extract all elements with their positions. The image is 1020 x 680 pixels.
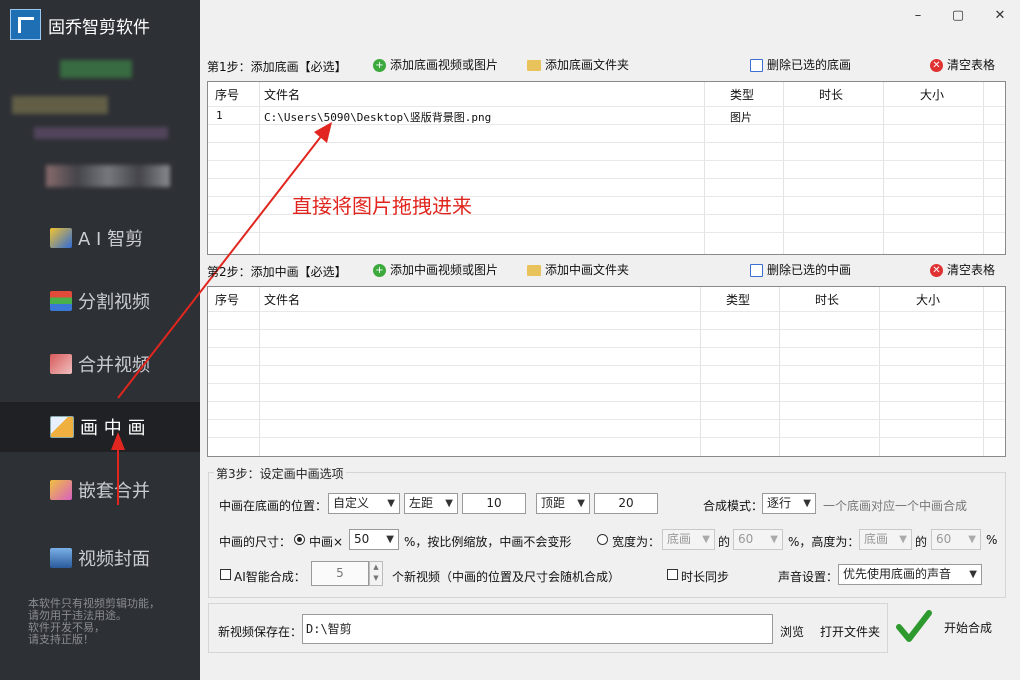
mode-label: 合成模式： <box>703 499 764 513</box>
column-header-filename[interactable]: 文件名 <box>264 291 300 308</box>
horizontal-offset-type-select[interactable]: 左距 ▼ <box>404 493 458 514</box>
scale-hint: %，按比例缩放，中画不会变形 <box>404 535 572 549</box>
delete-list-icon <box>750 263 763 277</box>
duration-sync-label: 时长同步 <box>681 570 730 584</box>
vertical-offset-type-select[interactable]: 顶距 ▼ <box>536 493 590 514</box>
row-divider <box>208 329 1005 330</box>
plus-icon: + <box>373 263 386 277</box>
step2-label: 第2步：添加中画【必选】 <box>207 265 347 279</box>
chevron-down-icon: ▼ <box>770 534 778 545</box>
column-divider <box>983 287 984 456</box>
sound-select[interactable]: 优先使用底画的声音 ▼ <box>838 564 982 585</box>
step3-title: 第3步：设定画中画选项 <box>214 465 346 482</box>
row-divider <box>208 437 1005 438</box>
chevron-down-icon: ▼ <box>387 498 395 509</box>
select-value: 优先使用底画的声音 <box>843 567 952 581</box>
overlay-file-table[interactable]: 序号 文件名 类型 时长 大小 <box>207 286 1006 457</box>
select-value: 底画 <box>667 532 692 546</box>
column-divider <box>700 287 701 456</box>
select-value: 60 <box>936 532 952 546</box>
chevron-down-icon: ▼ <box>899 534 907 545</box>
ai-count-stepper[interactable]: ▲ ▼ <box>369 561 383 586</box>
chevron-down-icon: ▼ <box>968 534 976 545</box>
width-label: 宽度为： <box>612 535 661 549</box>
stepper-up-icon[interactable]: ▲ <box>370 562 382 573</box>
vertical-offset-input[interactable]: 20 <box>594 493 658 514</box>
scale-select[interactable]: 50 ▼ <box>349 529 399 550</box>
row-divider <box>208 347 1005 348</box>
column-divider <box>779 287 780 456</box>
select-value: 底画 <box>864 532 889 546</box>
delete-selected-overlay-button[interactable]: 删除已选的中画 <box>750 259 851 281</box>
ai-compose-checkbox[interactable] <box>220 569 231 580</box>
output-path-label: 新视频保存在： <box>218 625 303 639</box>
select-value: 60 <box>738 532 754 546</box>
width-percent-select[interactable]: 60 ▼ <box>733 529 783 550</box>
open-folder-button[interactable]: 打开文件夹 <box>820 623 880 640</box>
button-label: 删除已选的中画 <box>767 263 852 277</box>
button-label: 添加中画视频或图片 <box>390 263 499 277</box>
stepper-down-icon[interactable]: ▼ <box>370 573 382 584</box>
of-label: 的 <box>718 535 731 549</box>
chevron-down-icon: ▼ <box>803 498 811 509</box>
start-button-label: 开始合成 <box>944 621 993 635</box>
checkmark-icon <box>896 610 932 642</box>
position-select[interactable]: 自定义 ▼ <box>328 493 400 514</box>
chevron-down-icon: ▼ <box>445 498 453 509</box>
mode-hint: 一个底画对应一个中画合成 <box>823 499 968 513</box>
chevron-down-icon: ▼ <box>969 569 977 580</box>
clear-icon: ✕ <box>930 263 943 277</box>
row-divider <box>208 311 1005 312</box>
ai-hint: 个新视频（中画的位置及尺寸会随机合成） <box>392 570 621 584</box>
mode-select[interactable]: 逐行 ▼ <box>762 493 816 514</box>
arrow-head <box>314 122 332 143</box>
duration-sync-checkbox[interactable] <box>667 569 678 580</box>
folder-icon <box>527 264 541 276</box>
sound-label: 声音设置： <box>778 570 839 584</box>
row-divider <box>208 419 1005 420</box>
row-divider <box>208 401 1005 402</box>
column-divider <box>259 287 260 456</box>
height-label: %，高度为： <box>788 535 860 549</box>
scale-radio[interactable] <box>294 534 305 545</box>
ai-compose-label: AI智能合成： <box>234 570 306 584</box>
output-path-input[interactable]: D:\智剪 <box>302 614 773 644</box>
annotation-text: 直接将图片拖拽进来 <box>292 194 472 218</box>
width-reference-select[interactable]: 底画 ▼ <box>662 529 715 550</box>
arrow-head <box>111 432 125 450</box>
height-reference-select[interactable]: 底画 ▼ <box>859 529 912 550</box>
browse-button[interactable]: 浏览 <box>780 623 804 640</box>
ai-count-input[interactable]: 5 <box>311 561 369 586</box>
height-percent-select[interactable]: 60 ▼ <box>931 529 981 550</box>
row-divider <box>208 383 1005 384</box>
column-header-index[interactable]: 序号 <box>215 291 239 308</box>
horizontal-offset-input[interactable]: 10 <box>462 493 526 514</box>
row-divider <box>208 365 1005 366</box>
clear-table-2-button[interactable]: ✕ 清空表格 <box>930 259 995 281</box>
select-value: 顶距 <box>541 496 566 510</box>
percent-label: % <box>986 533 998 547</box>
chevron-down-icon: ▼ <box>386 534 394 545</box>
scale-radio-label: 中画× <box>309 535 344 549</box>
chevron-down-icon: ▼ <box>577 498 585 509</box>
column-header-duration[interactable]: 时长 <box>815 291 839 308</box>
select-value: 逐行 <box>767 496 792 510</box>
column-header-size[interactable]: 大小 <box>916 291 940 308</box>
add-overlay-folder-button[interactable]: 添加中画文件夹 <box>527 259 629 281</box>
select-value: 50 <box>354 532 370 546</box>
custom-size-radio[interactable] <box>597 534 608 545</box>
select-value: 左距 <box>409 496 434 510</box>
button-label: 添加中画文件夹 <box>545 263 630 277</box>
column-header-type[interactable]: 类型 <box>726 291 750 308</box>
button-label: 清空表格 <box>947 263 996 277</box>
start-compose-button[interactable]: 开始合成 <box>892 603 1006 653</box>
add-overlay-media-button[interactable]: + 添加中画视频或图片 <box>373 259 498 281</box>
position-label: 中画在底画的位置： <box>219 499 328 513</box>
size-label: 中画的尺寸： <box>219 535 292 549</box>
column-divider <box>879 287 880 456</box>
of-label: 的 <box>915 535 928 549</box>
chevron-down-icon: ▼ <box>702 534 710 545</box>
select-value: 自定义 <box>333 496 370 510</box>
